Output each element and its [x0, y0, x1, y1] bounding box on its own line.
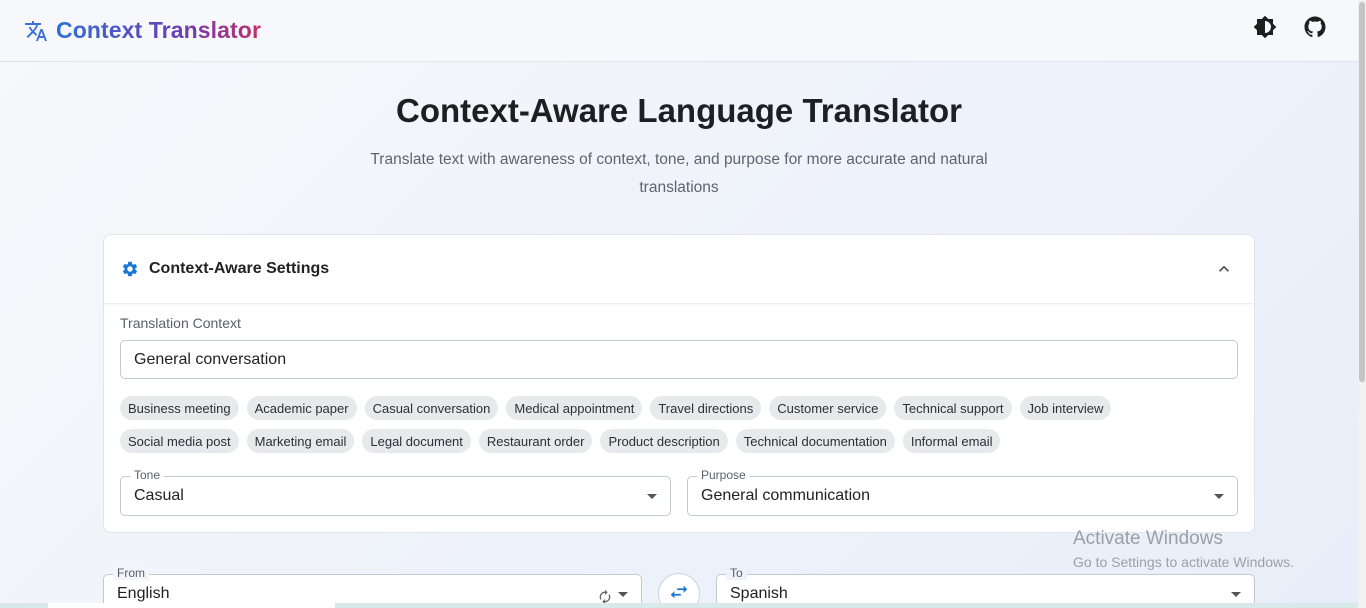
- context-chip[interactable]: Job interview: [1019, 396, 1112, 420]
- app-bar: Context Translator: [0, 0, 1358, 62]
- context-label: Translation Context: [120, 315, 241, 331]
- caret-down-icon: [647, 494, 657, 499]
- context-chip[interactable]: Legal document: [362, 429, 471, 453]
- to-label: To: [726, 566, 747, 580]
- tone-label: Tone: [130, 468, 165, 482]
- context-chip[interactable]: Medical appointment: [506, 396, 643, 420]
- github-link[interactable]: [1302, 16, 1328, 42]
- context-settings-card: Context-Aware Settings Translation Conte…: [103, 234, 1255, 533]
- watermark-title: Activate Windows: [1073, 528, 1223, 549]
- context-chip[interactable]: Restaurant order: [478, 429, 593, 453]
- purpose-label: Purpose: [697, 468, 750, 482]
- context-chip[interactable]: Travel directions: [650, 396, 762, 420]
- watermark-subtitle: Go to Settings to activate Windows.: [1073, 554, 1294, 570]
- purpose-value: General communication: [701, 487, 870, 504]
- context-settings-header[interactable]: Context-Aware Settings: [104, 235, 1254, 304]
- context-suggestions: Business meeting Academic paper Casual con…: [120, 396, 1240, 462]
- tone-value: Casual: [134, 487, 184, 504]
- settings-title: Context-Aware Settings: [149, 260, 330, 277]
- from-label: From: [113, 566, 149, 580]
- chevron-up-icon[interactable]: [1214, 259, 1234, 279]
- chip-row: Social media post Marketing email Legal do…: [120, 429, 1240, 453]
- context-chip[interactable]: Social media post: [120, 429, 239, 453]
- context-chip[interactable]: Marketing email: [246, 429, 355, 453]
- theme-toggle-icon: [1253, 15, 1277, 44]
- app-title: Context Translator: [56, 17, 262, 43]
- chip-row: Business meeting Academic paper Casual con…: [120, 396, 1240, 420]
- purpose-select[interactable]: Purpose General communication: [687, 468, 1238, 516]
- context-chip[interactable]: Academic paper: [246, 396, 357, 420]
- context-chip[interactable]: Customer service: [769, 396, 887, 420]
- page-subtitle: Translate text with awareness of context…: [370, 151, 988, 196]
- scrollbar-thumb[interactable]: [1359, 2, 1365, 382]
- caret-down-icon: [1214, 494, 1224, 499]
- context-chip[interactable]: Technical documentation: [735, 429, 895, 453]
- context-chip[interactable]: Business meeting: [120, 396, 239, 420]
- theme-toggle-button[interactable]: [1252, 15, 1278, 44]
- context-chip[interactable]: Informal email: [902, 429, 1001, 453]
- caret-down-icon: [1231, 592, 1241, 597]
- context-chip[interactable]: Product description: [600, 429, 728, 453]
- activation-watermark: Activate Windows Go to Settings to activ…: [1073, 528, 1294, 570]
- taskbar-edge-highlight: [48, 603, 335, 608]
- tone-select[interactable]: Tone Casual: [120, 468, 671, 516]
- context-chip[interactable]: Casual conversation: [364, 396, 499, 420]
- github-icon: [1303, 15, 1327, 44]
- scrollbar[interactable]: [1358, 0, 1366, 608]
- brand[interactable]: Context Translator: [24, 17, 261, 44]
- page-title: Context-Aware Language Translator: [395, 92, 962, 129]
- caret-down-icon: [618, 592, 628, 597]
- context-input[interactable]: [120, 340, 1238, 379]
- gear-icon: [121, 260, 139, 278]
- translate-icon: [24, 19, 48, 43]
- from-value: English: [117, 585, 170, 602]
- context-chip[interactable]: Technical support: [894, 396, 1012, 420]
- to-value: Spanish: [730, 585, 788, 602]
